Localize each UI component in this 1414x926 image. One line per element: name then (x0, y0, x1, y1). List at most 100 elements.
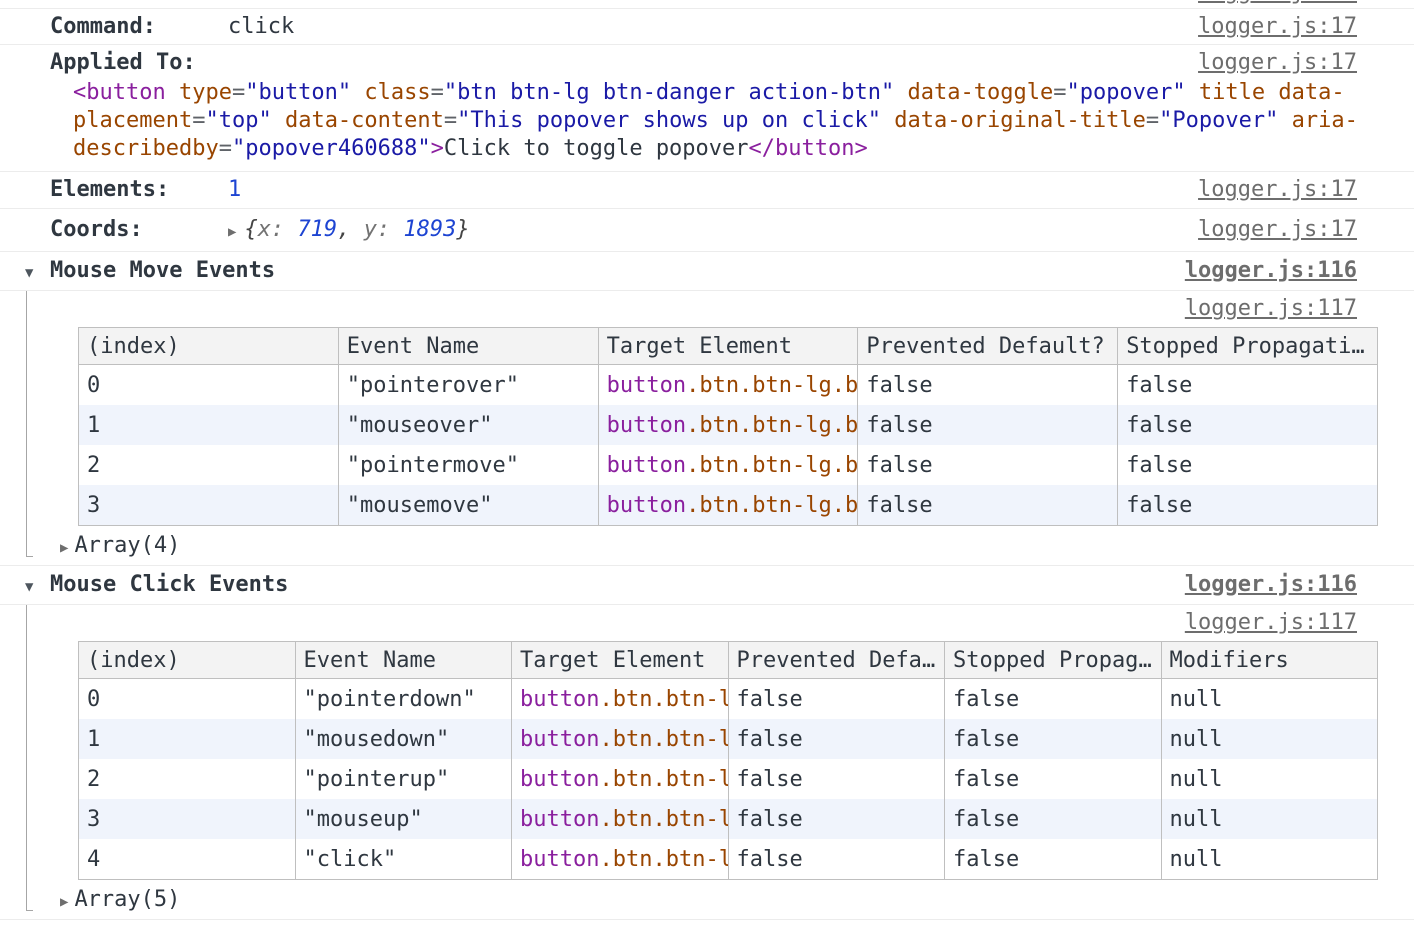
table-cell-target: button.btn.btn-lg.btn-danger.action-btn (512, 759, 729, 799)
expand-triangle-icon[interactable]: ▶ (60, 540, 68, 556)
expand-triangle-icon[interactable]: ▶ (60, 894, 68, 910)
table-cell-target: button.btn.btn-lg.btn-danger.action-btn (512, 799, 729, 839)
table-column-header[interactable]: (index) (79, 328, 339, 365)
table-cell-target: button.btn.btn-lg.btn-danger.action-btn (598, 445, 858, 485)
table-cell-index: 4 (79, 839, 296, 880)
source-link[interactable]: logger.js:116 (1185, 252, 1357, 290)
table-cell-stopped: false (1118, 365, 1378, 406)
table-cell-target: button.btn.btn-lg.btn-danger.action-btn (598, 405, 858, 445)
table-row: 2"pointerup"button.btn.btn-lg.btn-danger… (79, 759, 1378, 799)
table-column-header[interactable]: Target Element (598, 328, 858, 365)
table-cell-event: "click" (295, 839, 512, 880)
command-value: click (228, 14, 294, 39)
command-label: Command: (50, 9, 228, 44)
elements-label: Elements: (50, 172, 228, 208)
code-line: <button type="button" class="btn btn-lg … (73, 79, 1414, 107)
source-link[interactable]: logger.js:117 (1185, 291, 1357, 327)
table-cell-modifiers: null (1161, 719, 1378, 759)
table-cell-target: button.btn.btn-lg.btn-danger.action-btn (512, 839, 729, 880)
array-preview-row: ▶ Array(5) (0, 880, 1414, 919)
element-html-code: <button type="button" class="btn btn-lg … (50, 79, 1414, 163)
log-row-applied-to: Applied To: logger.js:17 <button type="b… (0, 45, 1414, 172)
table-cell-stopped: false (1118, 445, 1378, 485)
log-row-elements: Elements:1 logger.js:17 (0, 172, 1414, 209)
coords-object-preview[interactable]: {x: 719, y: 1893} (244, 217, 469, 242)
table-cell-stopped: false (945, 719, 1162, 759)
table-cell-modifiers: null (1161, 759, 1378, 799)
table-column-header[interactable]: Event Name (338, 328, 598, 365)
source-link[interactable]: logger.js:116 (1185, 566, 1357, 604)
table-cell-target: button.btn.btn-lg.btn-danger.action-btn (598, 365, 858, 406)
array-preview-row: ▶ Array(4) (0, 526, 1414, 565)
source-link[interactable]: logger.js:17 (1198, 172, 1357, 208)
table-column-header[interactable]: Prevented Default? (728, 642, 945, 679)
table-cell-modifiers: null (1161, 679, 1378, 720)
table-cell-event: "mousedown" (295, 719, 512, 759)
log-row-command: Command:click logger.js:17 (0, 9, 1414, 45)
log-row-coords: Coords:▶ {x: 719, y: 1893} logger.js:17 (0, 209, 1414, 252)
table-column-header[interactable]: Stopped Propagation? (945, 642, 1162, 679)
group-body-mouse-click-events: logger.js:117 (index)Event NameTarget El… (0, 605, 1414, 920)
group-title: Mouse Move Events (50, 258, 275, 283)
table-row: 1"mousedown"button.btn.btn-lg.btn-danger… (79, 719, 1378, 759)
code-line: describedby="popover460688">Click to tog… (73, 135, 1414, 163)
group-header-mouse-move-events[interactable]: ▼Mouse Move Events logger.js:116 (0, 252, 1414, 291)
table-cell-prevented: false (858, 445, 1118, 485)
table-cell-index: 0 (79, 679, 296, 720)
table-cell-target: button.btn.btn-lg.btn-danger.action-btn (598, 485, 858, 526)
collapse-triangle-icon[interactable]: ▼ (25, 568, 50, 606)
table-row: 1"mouseover"button.btn.btn-lg.btn-danger… (79, 405, 1378, 445)
table-cell-stopped: false (1118, 405, 1378, 445)
group-title: Mouse Click Events (50, 572, 288, 597)
table-cell-stopped: false (945, 679, 1162, 720)
table-cell-index: 3 (79, 485, 339, 526)
table-column-header[interactable]: Prevented Default? (858, 328, 1118, 365)
table-cell-index: 3 (79, 799, 296, 839)
log-row-table-source: logger.js:117 (0, 291, 1414, 327)
array-label[interactable]: Array(4) (74, 533, 180, 558)
code-line: placement="top" data-content="This popov… (73, 107, 1414, 135)
table-row: 4"click"button.btn.btn-lg.btn-danger.act… (79, 839, 1378, 880)
console-panel: logger.js:17 Command:click logger.js:17 … (0, 0, 1414, 920)
source-link[interactable]: logger.js:17 (1198, 47, 1357, 79)
table-cell-stopped: false (945, 799, 1162, 839)
table-column-header[interactable]: (index) (79, 642, 296, 679)
table-cell-prevented: false (728, 799, 945, 839)
table-cell-prevented: false (728, 719, 945, 759)
table-row: 3"mousemove"button.btn.btn-lg.btn-danger… (79, 485, 1378, 526)
mouse-move-events-table: (index)Event NameTarget ElementPrevented… (78, 327, 1378, 526)
table-cell-index: 2 (79, 445, 339, 485)
table-cell-target: button.btn.btn-lg.btn-danger.action-btn (512, 679, 729, 720)
table-cell-event: "pointerup" (295, 759, 512, 799)
group-header-mouse-click-events[interactable]: ▼Mouse Click Events logger.js:116 (0, 566, 1414, 605)
source-link[interactable]: logger.js:17 (1198, 0, 1357, 5)
table-cell-stopped: false (1118, 485, 1378, 526)
table-column-header[interactable]: Event Name (295, 642, 512, 679)
table-row: 0"pointerdown"button.btn.btn-lg.btn-dang… (79, 679, 1378, 720)
table-cell-index: 0 (79, 365, 339, 406)
coords-label: Coords: (50, 209, 228, 251)
array-label[interactable]: Array(5) (74, 887, 180, 912)
source-link[interactable]: logger.js:17 (1198, 209, 1357, 251)
collapse-triangle-icon[interactable]: ▼ (25, 254, 50, 292)
log-row-partial: logger.js:17 (0, 0, 1414, 9)
table-cell-index: 2 (79, 759, 296, 799)
table-cell-prevented: false (728, 839, 945, 880)
table-cell-event: "mouseup" (295, 799, 512, 839)
table-cell-modifiers: null (1161, 839, 1378, 880)
expand-triangle-icon[interactable]: ▶ (228, 224, 236, 240)
table-cell-event: "mouseover" (338, 405, 598, 445)
source-link[interactable]: logger.js:117 (1185, 605, 1357, 641)
table-cell-event: "pointerdown" (295, 679, 512, 720)
table-cell-event: "pointerover" (338, 365, 598, 406)
group-body-mouse-move-events: logger.js:117 (index)Event NameTarget El… (0, 291, 1414, 566)
table-cell-prevented: false (858, 405, 1118, 445)
table-row: 3"mouseup"button.btn.btn-lg.btn-danger.a… (79, 799, 1378, 839)
table-column-header[interactable]: Target Element (512, 642, 729, 679)
table-cell-prevented: false (858, 485, 1118, 526)
table-column-header[interactable]: Modifiers (1161, 642, 1378, 679)
table-cell-prevented: false (728, 679, 945, 720)
table-column-header[interactable]: Stopped Propagation? (1118, 328, 1378, 365)
source-link[interactable]: logger.js:17 (1198, 9, 1357, 44)
table-cell-prevented: false (728, 759, 945, 799)
